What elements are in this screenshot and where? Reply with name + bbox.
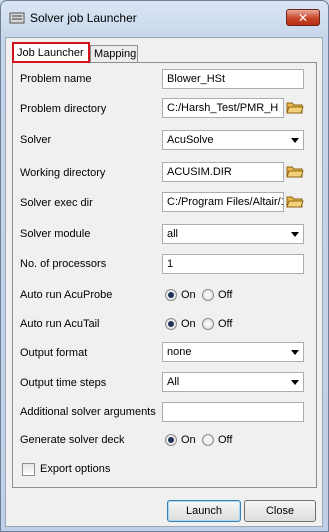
output-time-steps-value: All <box>167 376 180 388</box>
acuprobe-off-radio[interactable] <box>202 289 214 301</box>
problem-name-label: Problem name <box>20 73 92 85</box>
export-options-checkbox[interactable] <box>22 463 35 476</box>
output-time-steps-select[interactable]: All <box>162 372 304 392</box>
acutail-on-label: On <box>181 318 196 330</box>
app-icon <box>9 12 25 24</box>
output-time-steps-label: Output time steps <box>20 377 107 389</box>
close-icon[interactable]: ✕ <box>286 9 320 26</box>
solver-module-label: Solver module <box>20 228 91 240</box>
solver-module-value: all <box>167 228 179 240</box>
acuprobe-off-label: Off <box>218 289 233 301</box>
deck-on-radio[interactable] <box>165 434 177 446</box>
problem-directory-field[interactable]: C:/Harsh_Test/PMR_H <box>162 98 284 118</box>
tab-mapping[interactable]: Mapping <box>90 45 138 62</box>
folder-browse-icon[interactable] <box>286 193 304 209</box>
output-format-value: none <box>167 346 192 358</box>
auto-run-acuprobe-label: Auto run AcuProbe <box>20 289 113 301</box>
acuprobe-on-label: On <box>181 289 196 301</box>
acutail-on-radio[interactable] <box>165 318 177 330</box>
solver-select[interactable]: AcuSolve <box>162 130 304 150</box>
solver-module-select[interactable]: all <box>162 224 304 244</box>
additional-args-label: Additional solver arguments <box>20 406 156 418</box>
acutail-off-label: Off <box>218 318 233 330</box>
chevron-down-icon <box>287 225 303 243</box>
chevron-down-icon <box>287 131 303 149</box>
working-directory-label: Working directory <box>20 167 106 179</box>
acutail-off-radio[interactable] <box>202 318 214 330</box>
chevron-down-icon <box>287 373 303 391</box>
solver-value: AcuSolve <box>167 134 214 146</box>
folder-browse-icon[interactable] <box>286 163 304 179</box>
generate-deck-label: Generate solver deck <box>20 434 125 446</box>
working-directory-field[interactable]: ACUSIM.DIR <box>162 162 284 182</box>
problem-name-field[interactable]: Blower_HSt <box>162 69 304 89</box>
tab-job-launcher[interactable]: Job Launcher <box>12 42 90 63</box>
window-title: Solver job Launcher <box>30 11 137 25</box>
deck-on-label: On <box>181 434 196 446</box>
folder-browse-icon[interactable] <box>286 99 304 115</box>
launch-button[interactable]: Launch <box>167 500 241 522</box>
acuprobe-on-radio[interactable] <box>165 289 177 301</box>
auto-run-acutail-label: Auto run AcuTail <box>20 318 100 330</box>
deck-off-radio[interactable] <box>202 434 214 446</box>
solver-exec-dir-field[interactable]: C:/Program Files/Altair/1 <box>162 192 284 212</box>
tab-panel <box>12 62 317 488</box>
output-format-select[interactable]: none <box>162 342 304 362</box>
export-options-label: Export options <box>40 463 111 475</box>
chevron-down-icon <box>287 343 303 361</box>
close-button[interactable]: Close <box>244 500 316 522</box>
solver-label: Solver <box>20 134 52 146</box>
solver-exec-dir-label: Solver exec dir <box>20 197 93 209</box>
additional-args-field[interactable] <box>162 402 304 422</box>
processors-label: No. of processors <box>20 258 107 270</box>
processors-field[interactable]: 1 <box>162 254 304 274</box>
problem-directory-label: Problem directory <box>20 103 107 115</box>
deck-off-label: Off <box>218 434 233 446</box>
output-format-label: Output format <box>20 347 88 359</box>
